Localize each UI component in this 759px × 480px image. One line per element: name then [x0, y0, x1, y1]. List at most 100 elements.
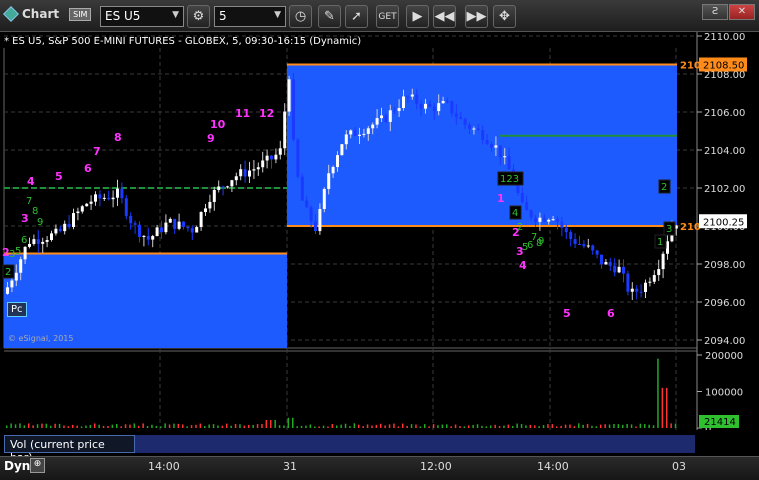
volume-bar	[252, 424, 254, 428]
candle-body	[362, 133, 366, 135]
sequence-label-magenta: 4	[27, 175, 35, 188]
volume-bar	[111, 424, 114, 428]
price-tick-label: 2108.00	[704, 70, 745, 81]
sequence-label-magenta: 3	[21, 212, 29, 225]
forward-icon[interactable]: ▶▶	[465, 5, 488, 28]
candle-body	[349, 130, 353, 135]
candle-body	[459, 117, 463, 119]
candle-body	[490, 144, 493, 148]
volume-bar	[476, 424, 479, 428]
volume-bar	[54, 423, 56, 428]
grab-icon[interactable]: ✥	[493, 5, 516, 28]
volume-bar	[300, 425, 303, 428]
candle-body	[63, 223, 67, 232]
candle-body	[630, 288, 634, 292]
price-tick-label: 2098.00	[704, 260, 745, 271]
candle-body	[124, 198, 128, 216]
volume-bar	[221, 425, 224, 428]
candle-body	[600, 254, 603, 265]
pc-label[interactable]: Pc	[7, 302, 27, 317]
volume-bar	[534, 425, 536, 428]
volume-bar	[182, 424, 184, 428]
candle-body	[230, 180, 234, 187]
volume-bar	[133, 423, 136, 428]
volume-bar	[666, 387, 668, 428]
volume-bar	[560, 425, 562, 428]
candle-body	[507, 156, 511, 170]
sequence-label-green: 8	[32, 206, 38, 217]
volume-bar	[428, 426, 430, 428]
volume-bar	[164, 423, 166, 428]
volume-bar	[419, 426, 422, 428]
volume-bar	[529, 424, 532, 428]
candle-body	[45, 240, 49, 242]
volume-bar	[331, 423, 334, 428]
clock-icon[interactable]: ◷	[289, 5, 312, 28]
price-tick-label: 2096.00	[704, 298, 745, 309]
volume-bar	[375, 424, 378, 428]
price-tick-label: 2094.00	[704, 336, 745, 347]
candle-body	[551, 219, 555, 221]
candle-body	[437, 103, 441, 112]
rewind-icon[interactable]: ◀◀	[433, 5, 456, 28]
sequence-label-magenta: 5	[55, 170, 63, 183]
dyn-label[interactable]: Dyn	[4, 459, 30, 473]
volume-bar	[415, 424, 417, 428]
volume-bar	[569, 424, 571, 428]
sequence-label-magenta: 10	[210, 118, 226, 131]
candle-body	[322, 188, 326, 210]
candle-body	[380, 115, 383, 119]
candle-body	[72, 213, 75, 227]
symbol-value: ES U5	[105, 9, 141, 23]
count-box-label: 123	[500, 174, 519, 185]
candle-body	[476, 128, 480, 131]
volume-bar	[270, 419, 272, 428]
time-label: 14:00	[537, 460, 569, 473]
volume-bar	[380, 423, 382, 428]
candle-body	[468, 124, 471, 129]
count-box-label: 3	[666, 224, 672, 235]
candle-body	[28, 243, 31, 247]
volume-bar	[230, 425, 232, 428]
candle-body	[441, 100, 445, 104]
candle-body	[406, 96, 410, 98]
volume-bar	[564, 424, 567, 428]
pencil-icon[interactable]: ✎	[318, 5, 341, 28]
volume-bar	[256, 424, 259, 428]
volume-bar	[305, 425, 307, 428]
chevron-down-icon[interactable]: ▼	[274, 10, 281, 20]
sequence-label-magenta: 1	[497, 192, 505, 205]
gear-icon[interactable]: ⚙	[187, 5, 210, 28]
time-label: 31	[283, 460, 297, 473]
cursor-icon[interactable]: ➚	[345, 5, 368, 28]
candle-body	[314, 221, 317, 232]
volume-bar	[80, 426, 83, 428]
candle-body	[353, 130, 357, 136]
interval-combo[interactable]: 5 ▼	[214, 6, 286, 27]
close-button[interactable]: ✕	[729, 4, 755, 20]
zoom-icon[interactable]: ⊕	[30, 458, 45, 473]
candle-body	[305, 200, 309, 208]
symbol-combo[interactable]: ES U5 ▼	[100, 6, 184, 27]
sequence-label-green: 9	[37, 217, 43, 228]
candle-body	[14, 272, 18, 281]
candle-body	[556, 219, 559, 222]
restore-button[interactable]: Ƨ	[702, 4, 728, 20]
sequence-label-magenta: 5	[563, 307, 571, 320]
play-icon[interactable]: ▶	[406, 5, 429, 28]
candle-body	[155, 227, 159, 237]
price-chart[interactable]: 234 5678 91011 1212345 678965325678921234231…	[0, 32, 759, 430]
candle-body	[340, 144, 344, 156]
candle-body	[274, 154, 278, 160]
volume-bar	[648, 424, 650, 428]
get-icon[interactable]: GET	[376, 5, 399, 28]
volume-bar	[146, 426, 149, 428]
volume-bar	[296, 426, 298, 428]
time-label: 12:00	[420, 460, 452, 473]
chevron-down-icon[interactable]: ▼	[172, 10, 179, 20]
volume-bar	[41, 423, 43, 428]
volume-panel-label[interactable]: Vol (current price bar)	[4, 435, 135, 464]
candle-body	[41, 241, 45, 244]
volume-bar	[516, 423, 518, 428]
candle-body	[36, 239, 40, 244]
